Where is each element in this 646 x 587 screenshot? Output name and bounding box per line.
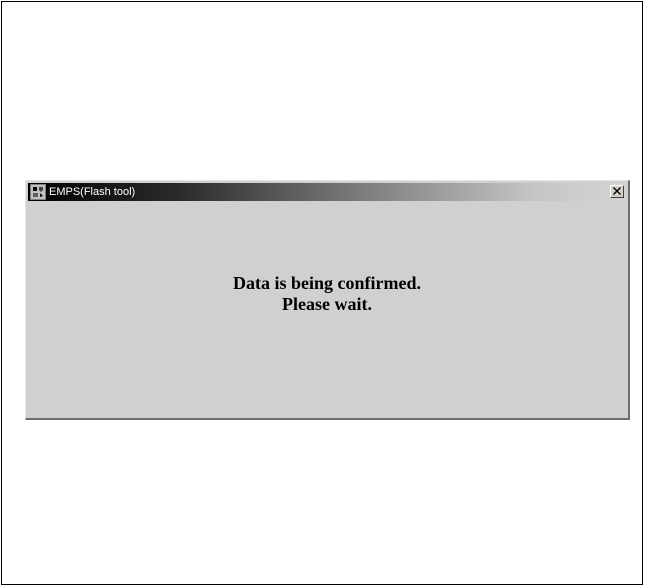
window-title: EMPS(Flash tool) [49,186,136,198]
close-button[interactable] [610,185,624,198]
message-line-1: Data is being confirmed. [233,273,421,293]
close-icon [613,187,621,195]
status-message: Data is being confirmed. Please wait. [26,273,628,315]
emps-dialog-window: EMPS(Flash tool) Data is being confirmed… [25,180,630,420]
app-icon [30,184,46,200]
title-bar[interactable]: EMPS(Flash tool) [28,183,626,201]
message-line-2: Please wait. [282,294,372,314]
